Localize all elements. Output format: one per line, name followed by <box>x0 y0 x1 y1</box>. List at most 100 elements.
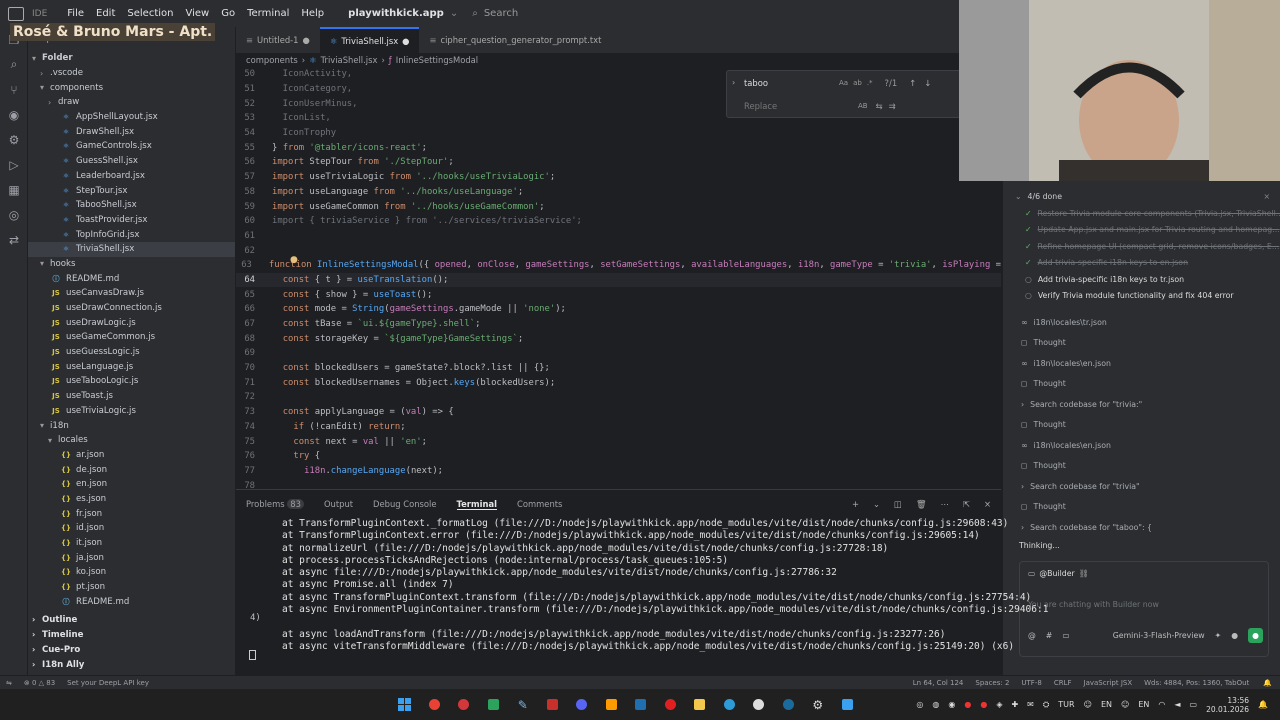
replace-all-icon[interactable]: ⇉ <box>889 101 896 111</box>
link-icon[interactable]: ⛓ <box>1079 569 1089 578</box>
task-item[interactable]: ○ Verify Trivia module functionality and … <box>1003 288 1280 305</box>
code-line[interactable]: 60 import { triviaService } from '../serv… <box>236 214 1001 229</box>
code-line[interactable]: 73 const applyLanguage = (val) => { <box>236 405 1001 420</box>
whole-word-toggle[interactable]: ab <box>853 79 862 87</box>
folder-vscode[interactable]: › .vscode <box>28 66 235 81</box>
code-line[interactable]: 65 const { show } = useToast(); <box>236 287 1001 302</box>
tray-icon[interactable]: ⛭ <box>1043 700 1049 710</box>
agent-step[interactable]: ∞ i18n\locales\en.json <box>1003 353 1280 374</box>
debug-icon[interactable]: ▷ <box>0 152 28 177</box>
tab-comments[interactable]: Comments <box>517 499 562 509</box>
tab-cipher-prompt[interactable]: ≡ cipher_question_generator_prompt.txt <box>419 27 611 53</box>
match-case-toggle[interactable]: Aa <box>839 79 848 87</box>
menu-go[interactable]: Go <box>215 8 241 19</box>
section-i18n-ally[interactable]: › I18n Ally <box>28 657 235 672</box>
replace-icon[interactable]: ⇆ <box>876 101 883 111</box>
agent-step[interactable]: › Search codebase for "taboo": { <box>1003 517 1280 538</box>
sidebar-file[interactable]: {} ko.json <box>28 565 235 580</box>
folder-draw[interactable]: › draw <box>28 95 235 110</box>
indentation[interactable]: Spaces: 2 <box>969 679 1015 687</box>
agent-step[interactable]: ◻ Thought <box>1003 497 1280 518</box>
breadcrumb-item[interactable]: components <box>246 55 298 65</box>
tab-untitled[interactable]: ≡ Untitled-1 ● <box>236 27 320 53</box>
tray-icon[interactable]: ● <box>964 700 971 709</box>
hash-icon[interactable]: # <box>1046 631 1053 640</box>
code-line[interactable]: 66 const mode = String(gameSettings.game… <box>236 302 1001 317</box>
sidebar-file[interactable]: JS useCanvasDraw.js <box>28 286 235 301</box>
terminal-icon[interactable]: ▭ <box>1062 631 1069 640</box>
menu-help[interactable]: Help <box>295 8 330 19</box>
wifi-icon[interactable]: ◠ <box>1158 700 1165 709</box>
arrow-down-icon[interactable]: ↓ <box>924 78 931 88</box>
sidebar-file[interactable]: JS useTabooLogic.js <box>28 374 235 389</box>
preserve-case-toggle[interactable]: AB <box>858 102 868 110</box>
close-icon[interactable]: × <box>1263 192 1270 201</box>
arrow-up-icon[interactable]: ↑ <box>909 78 916 88</box>
agent-step[interactable]: ∞ i18n\locales\en.json <box>1003 435 1280 456</box>
sidebar-file[interactable]: ⚛ TabooShell.jsx <box>28 198 235 213</box>
add-terminal-icon[interactable]: + <box>852 499 859 510</box>
remote-indicator[interactable]: ⇋ <box>0 679 18 687</box>
tray-icon[interactable]: ◍ <box>932 700 939 709</box>
sidebar-file[interactable]: ⚛ GameControls.jsx <box>28 139 235 154</box>
sidebar-file[interactable]: JS useTriviaLogic.js <box>28 404 235 419</box>
breadcrumb-item[interactable]: InlineSettingsModal <box>396 55 478 65</box>
split-icon[interactable]: ◫ <box>894 499 902 510</box>
lang-indicator[interactable]: EN <box>1101 700 1112 709</box>
menu-view[interactable]: View <box>179 8 215 19</box>
at-icon[interactable]: @ <box>1028 631 1036 640</box>
code-line[interactable]: 75 const next = val || 'en'; <box>236 434 1001 449</box>
record-icon[interactable] <box>656 689 686 720</box>
menu-selection[interactable]: Selection <box>121 8 179 19</box>
code-line[interactable]: 70 const blockedUsers = gameState?.block… <box>236 361 1001 376</box>
code-line[interactable]: 64 const { t } = useTranslation(); <box>236 272 1001 288</box>
translate-icon[interactable]: ⇄ <box>0 227 28 252</box>
remote-icon[interactable]: ◎ <box>0 202 28 227</box>
code-line[interactable]: 62 <box>236 243 1001 258</box>
deepl-status[interactable]: Set your DeepL API key <box>61 679 155 687</box>
model-selector[interactable]: Gemini-3-Flash-Preview <box>1113 631 1205 640</box>
sidebar-file[interactable]: ⚛ AppShellLayout.jsx <box>28 110 235 125</box>
discord-icon[interactable] <box>567 689 597 720</box>
agent-step[interactable]: ◻ Thought <box>1003 333 1280 354</box>
code-line[interactable]: 71 const blockedUsernames = Object.keys(… <box>236 375 1001 390</box>
sidebar-file[interactable]: {} es.json <box>28 492 235 507</box>
sparkle-icon[interactable]: ✦ <box>1215 631 1222 640</box>
sidebar-file[interactable]: ⚛ StepTour.jsx <box>28 183 235 198</box>
section-cue-pro[interactable]: › Cue-Pro <box>28 642 235 657</box>
volume-icon[interactable]: ◄ <box>1174 700 1180 709</box>
windows-start-icon[interactable] <box>390 689 420 720</box>
line-endings[interactable]: CRLF <box>1048 679 1078 687</box>
unsaved-dot[interactable]: ● <box>402 36 409 46</box>
sidebar-file[interactable]: {} it.json <box>28 536 235 551</box>
sidebar-file[interactable]: ⚛ Leaderboard.jsx <box>28 169 235 184</box>
tray-icon[interactable]: ✚ <box>1011 700 1018 709</box>
folder-i18n[interactable]: ▾ i18n <box>28 418 235 433</box>
agent-step[interactable]: ◻ Thought <box>1003 374 1280 395</box>
sidebar-file[interactable]: {} de.json <box>28 462 235 477</box>
clock[interactable]: 13:56 20.01.2026 <box>1206 696 1249 714</box>
notification-icon[interactable]: 🔔 <box>1258 700 1268 709</box>
problems-indicator[interactable]: ⊗ 0 △ 83 <box>18 679 61 687</box>
code-line[interactable]: 72 <box>236 390 1001 405</box>
sidebar-file[interactable]: JS useGameCommon.js <box>28 330 235 345</box>
code-line[interactable]: 54 IconTrophy <box>236 126 1001 141</box>
ide-taskbar-icon[interactable] <box>479 689 509 720</box>
tray-icon[interactable]: ☺ <box>1084 700 1092 709</box>
task-item[interactable]: ✓ Update App.jsx and main.jsx for Trivia … <box>1003 222 1280 239</box>
agent-step[interactable]: ◻ Thought <box>1003 456 1280 477</box>
agent-step[interactable]: › Search codebase for "trivia:" <box>1003 394 1280 415</box>
code-line[interactable]: 59 import useGameCommon from '../hooks/us… <box>236 199 1001 214</box>
edge-icon[interactable] <box>715 689 745 720</box>
sidebar-file[interactable]: JS useLanguage.js <box>28 359 235 374</box>
chat-input[interactable]: You are chatting with Builder now <box>1020 584 1268 624</box>
code-line[interactable]: 76 try { <box>236 449 1001 464</box>
task-item[interactable]: ✓ Add trivia-specific i18n keys to en.jso… <box>1003 255 1280 272</box>
tray-icon[interactable]: ● <box>980 700 987 709</box>
trash-icon[interactable]: 🗑 <box>916 499 927 510</box>
menu-file[interactable]: File <box>61 8 90 19</box>
language-mode[interactable]: JavaScript JSX <box>1078 679 1139 687</box>
github-icon[interactable] <box>744 689 774 720</box>
agent-step[interactable]: ∞ i18n\locales\tr.json <box>1003 312 1280 333</box>
code-area[interactable]: 50 IconActivity, 51 IconCategory, 52 IconU… <box>236 67 1001 493</box>
